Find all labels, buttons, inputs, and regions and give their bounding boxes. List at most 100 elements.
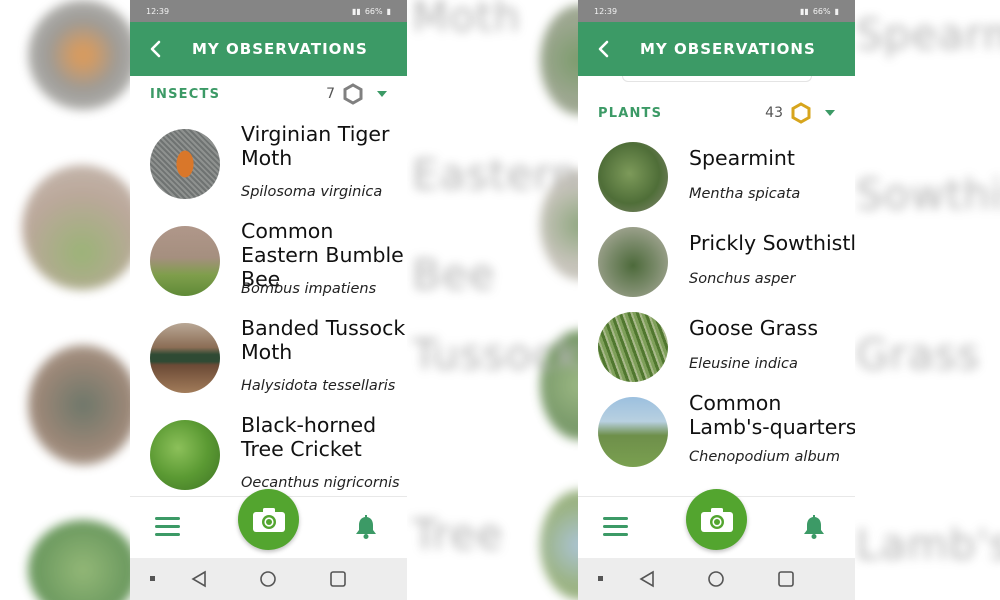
system-back-button[interactable]	[638, 570, 656, 592]
species-thumbnail	[150, 226, 220, 296]
chevron-left-icon	[598, 40, 609, 58]
scientific-name: Chenopodium album	[689, 449, 840, 465]
list-item[interactable]: Prickly Sowthistle Sonchus asper	[578, 219, 855, 304]
battery-level: 66%	[364, 6, 383, 16]
chevron-left-icon	[150, 40, 161, 58]
chevron-down-icon[interactable]	[825, 110, 835, 116]
scientific-name: Bombus impatiens	[241, 281, 377, 297]
menu-icon[interactable]	[155, 517, 180, 537]
common-name: Spearmint	[689, 146, 795, 170]
app-header: MY OBSERVATIONS	[130, 22, 407, 76]
observation-count: 43	[765, 105, 783, 121]
species-thumbnail	[598, 312, 668, 382]
bell-icon[interactable]	[353, 514, 379, 544]
bottom-navigation	[130, 489, 407, 558]
page-title: MY OBSERVATIONS	[640, 40, 816, 58]
system-navigation-bar	[130, 558, 407, 600]
phone-screen-plants: 12:39 ▮▮ 66% ▮ MY OBSERVATIONS PLANTS 43	[578, 0, 855, 600]
list-item[interactable]: Spearmint Mentha spicata	[578, 134, 855, 219]
bg-word: Spearmint	[856, 10, 1000, 59]
recent-dot-icon	[150, 576, 155, 581]
triangle-back-icon	[639, 570, 654, 588]
list-item[interactable]: Virginian Tiger Moth Spilosoma virginica	[130, 114, 407, 211]
battery-icon: ▮	[386, 6, 391, 16]
hexagon-icon	[343, 83, 363, 105]
species-thumbnail	[598, 227, 668, 297]
status-time: 12:39	[594, 6, 618, 16]
scientific-name: Eleusine indica	[689, 356, 798, 372]
bell-icon[interactable]	[801, 514, 827, 544]
menu-icon[interactable]	[603, 517, 628, 537]
status-bar: 12:39 ▮▮ 66% ▮	[578, 0, 855, 22]
observation-list: Spearmint Mentha spicata Prickly Sowthis…	[578, 134, 855, 479]
camera-button[interactable]	[238, 489, 299, 550]
list-item[interactable]: Common Lamb's-quarters Chenopodium album	[578, 389, 855, 479]
back-button[interactable]	[144, 38, 166, 60]
bg-word: Bee	[412, 250, 496, 299]
category-label: INSECTS	[150, 86, 221, 102]
common-name: Prickly Sowthistle	[689, 231, 855, 255]
scroll-hint	[621, 76, 812, 82]
list-item[interactable]: Black-horned Tree Cricket Oecanthus nigr…	[130, 405, 407, 502]
phone-screen-insects: 12:39 ▮▮ 66% ▮ MY OBSERVATIONS INSECTS 7	[130, 0, 407, 600]
signal-icon: ▮▮	[800, 6, 809, 16]
list-item[interactable]: Common Eastern Bumble Bee Bombus impatie…	[130, 211, 407, 308]
bg-word: Tussock	[412, 330, 582, 379]
camera-button[interactable]	[686, 489, 747, 550]
category-header: INSECTS 7	[130, 76, 407, 112]
signal-icon: ▮▮	[352, 6, 361, 16]
camera-icon	[700, 507, 733, 532]
square-recents-icon	[778, 571, 794, 587]
circle-home-icon	[260, 571, 276, 587]
scientific-name: Mentha spicata	[689, 186, 801, 202]
hexagon-icon	[791, 102, 811, 124]
app-header: MY OBSERVATIONS	[578, 22, 855, 76]
bg-word: Lamb's-quarters	[856, 520, 1000, 569]
category-label: PLANTS	[598, 105, 663, 121]
system-recents-button[interactable]	[777, 570, 795, 592]
bg-blob-cricket	[28, 520, 138, 600]
category-header: PLANTS 43	[578, 92, 855, 134]
species-thumbnail	[150, 420, 220, 490]
system-home-button[interactable]	[707, 570, 725, 592]
back-button[interactable]	[592, 38, 614, 60]
common-name: Black-horned Tree Cricket	[241, 413, 377, 461]
status-time: 12:39	[146, 6, 170, 16]
species-thumbnail	[150, 129, 220, 199]
common-name: Virginian Tiger Moth	[241, 122, 390, 170]
bg-word: Grass	[856, 330, 981, 379]
bottom-navigation	[578, 489, 855, 558]
chevron-down-icon[interactable]	[377, 91, 387, 97]
status-bar: 12:39 ▮▮ 66% ▮	[130, 0, 407, 22]
circle-home-icon	[708, 571, 724, 587]
system-back-button[interactable]	[190, 570, 208, 592]
bg-word: Tree	[412, 510, 504, 559]
comparison-stage: Moth Eastern Bee Tussock Tree Spearmint …	[0, 0, 1000, 600]
observation-list: Virginian Tiger Moth Spilosoma virginica…	[130, 114, 407, 502]
bg-blob-bee	[22, 165, 142, 290]
bg-blob-moth	[28, 0, 138, 110]
species-thumbnail	[598, 397, 668, 467]
list-item[interactable]: Goose Grass Eleusine indica	[578, 304, 855, 389]
observation-count: 7	[326, 86, 335, 102]
battery-level: 66%	[812, 6, 831, 16]
system-home-button[interactable]	[259, 570, 277, 592]
bg-blob-tussock	[28, 345, 138, 465]
scientific-name: Halysidota tessellaris	[241, 378, 396, 394]
bg-word: Moth	[412, 0, 522, 41]
list-item[interactable]: Banded Tussock Moth Halysidota tessellar…	[130, 308, 407, 405]
common-name: Banded Tussock Moth	[241, 316, 406, 364]
scientific-name: Sonchus asper	[689, 271, 796, 287]
square-recents-icon	[330, 571, 346, 587]
page-title: MY OBSERVATIONS	[192, 40, 368, 58]
species-thumbnail	[150, 323, 220, 393]
bg-word: Eastern	[412, 150, 579, 199]
system-recents-button[interactable]	[329, 570, 347, 592]
common-name: Goose Grass	[689, 316, 819, 340]
scientific-name: Spilosoma virginica	[241, 184, 383, 200]
recent-dot-icon	[598, 576, 603, 581]
triangle-back-icon	[191, 570, 206, 588]
species-thumbnail	[598, 142, 668, 212]
common-name: Common Lamb's-quarters	[689, 391, 855, 439]
system-navigation-bar	[578, 558, 855, 600]
